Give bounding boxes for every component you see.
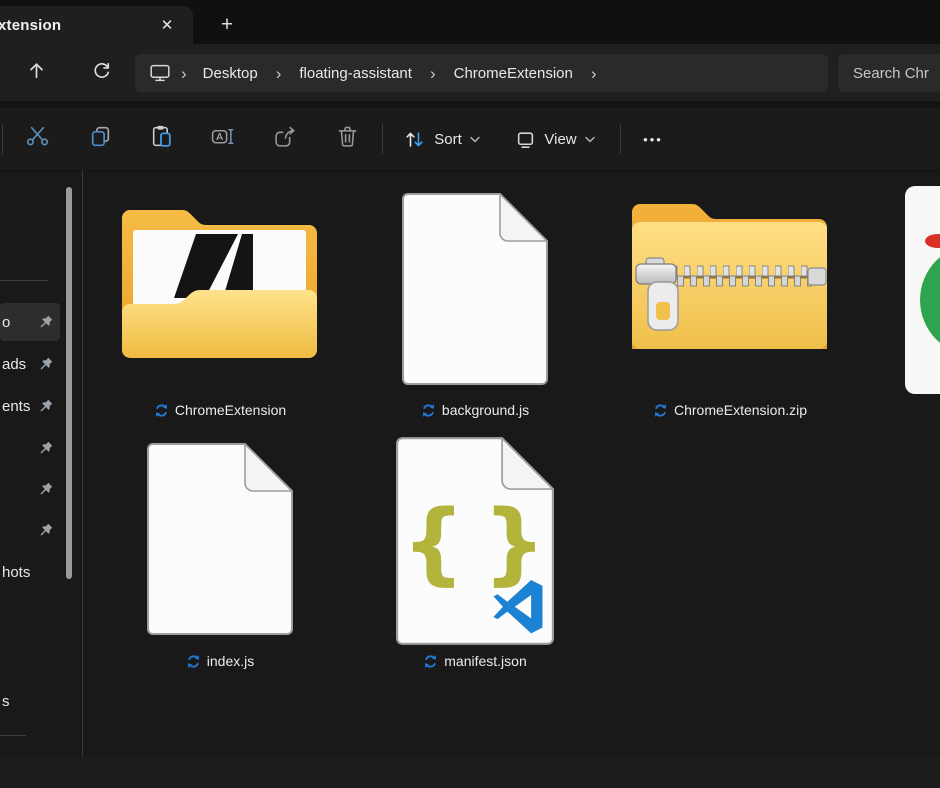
pin-icon bbox=[39, 441, 53, 460]
file-name: ChromeExtension bbox=[175, 402, 286, 418]
refresh-button[interactable] bbox=[82, 55, 120, 91]
sidebar-divider bbox=[0, 735, 26, 736]
tab-chromeextension[interactable]: xtension ✕ bbox=[0, 6, 193, 44]
copy-button[interactable] bbox=[77, 117, 123, 161]
folder-icon bbox=[122, 200, 317, 365]
pin-icon bbox=[39, 523, 53, 542]
sync-pending-icon bbox=[154, 403, 169, 418]
bottom-strip bbox=[0, 757, 940, 788]
file-tile-chromeextension-folder[interactable]: ChromeExtension bbox=[105, 180, 335, 426]
file-name: ChromeExtension.zip bbox=[674, 402, 807, 418]
breadcrumb-desktop[interactable]: Desktop bbox=[199, 65, 262, 82]
search-input[interactable]: Search Chr bbox=[838, 54, 940, 92]
paste-clipboard-icon bbox=[149, 124, 174, 154]
sidebar-divider bbox=[0, 280, 48, 281]
trash-icon bbox=[335, 124, 360, 154]
sidebar-item-pinned-5[interactable] bbox=[0, 470, 60, 508]
breadcrumb-separator-icon: › bbox=[171, 65, 199, 82]
sort-label: Sort bbox=[434, 131, 462, 148]
navigation-bar: › Desktop › floating-assistant › ChromeE… bbox=[0, 44, 940, 101]
pin-icon bbox=[39, 315, 53, 334]
svg-text:{ }: { } bbox=[402, 491, 546, 594]
file-tile-manifest-json[interactable]: { } manifest.json bbox=[360, 432, 590, 678]
file-tile-chromeextension-zip[interactable]: ChromeExtension.zip bbox=[615, 180, 845, 426]
breadcrumb-floating-assistant[interactable]: floating-assistant bbox=[295, 65, 416, 82]
sidebar-item-desktop[interactable]: o bbox=[0, 303, 60, 341]
sort-button[interactable]: Sort bbox=[396, 117, 488, 161]
svg-text:A: A bbox=[216, 132, 223, 143]
chevron-down-icon bbox=[470, 136, 480, 143]
sync-pending-icon bbox=[653, 403, 668, 418]
address-bar[interactable]: › Desktop › floating-assistant › ChromeE… bbox=[135, 54, 828, 92]
file-name: index.js bbox=[207, 653, 254, 669]
pane-divider[interactable] bbox=[82, 170, 83, 757]
file-tile-background-js[interactable]: background.js bbox=[360, 180, 590, 426]
share-icon bbox=[273, 124, 298, 154]
tab-title: xtension bbox=[0, 17, 61, 34]
file-name: background.js bbox=[442, 402, 529, 418]
sidebar-item-screenshots[interactable]: hots bbox=[0, 553, 60, 591]
document-icon bbox=[402, 193, 548, 390]
cut-scissors-icon bbox=[25, 124, 50, 154]
breadcrumb-separator-icon[interactable]: › bbox=[416, 65, 450, 82]
thumbnail-green-circle bbox=[920, 244, 940, 356]
json-document-icon: { } bbox=[396, 437, 554, 650]
thumbnail-red-shape bbox=[925, 234, 940, 248]
more-dots-icon: ••• bbox=[643, 132, 663, 147]
toolbar-separator bbox=[2, 124, 3, 154]
share-button[interactable] bbox=[262, 117, 308, 161]
document-icon bbox=[147, 443, 293, 640]
up-button[interactable] bbox=[17, 55, 55, 91]
pin-icon bbox=[39, 399, 53, 418]
tab-bar: xtension ✕ + bbox=[0, 0, 940, 44]
rename-icon: A bbox=[210, 124, 235, 154]
sidebar-item-pinned-6[interactable] bbox=[0, 511, 60, 549]
sidebar-item-pinned-4[interactable] bbox=[0, 429, 60, 467]
refresh-icon bbox=[92, 61, 111, 85]
more-options-button[interactable]: ••• bbox=[630, 117, 676, 161]
command-toolbar: A Sort View bbox=[0, 108, 940, 170]
this-pc-monitor-icon bbox=[149, 63, 171, 83]
up-arrow-icon bbox=[27, 61, 46, 85]
breadcrumb-chromeextension[interactable]: ChromeExtension bbox=[450, 65, 577, 82]
new-tab-button[interactable]: + bbox=[209, 10, 245, 40]
file-name: manifest.json bbox=[444, 653, 526, 669]
sort-arrows-icon bbox=[404, 129, 426, 150]
paste-button[interactable] bbox=[138, 117, 184, 161]
toolbar-separator bbox=[382, 124, 383, 154]
sidebar-item-downloads[interactable]: ads bbox=[0, 345, 60, 383]
view-label: View bbox=[544, 131, 576, 148]
view-button[interactable]: View bbox=[505, 117, 605, 161]
toolbar-separator bbox=[620, 124, 621, 154]
sync-pending-icon bbox=[423, 654, 438, 669]
cut-button[interactable] bbox=[14, 117, 60, 161]
sidebar-item-documents[interactable]: ents bbox=[0, 387, 60, 425]
breadcrumb-separator-icon[interactable]: › bbox=[262, 65, 296, 82]
sync-pending-icon bbox=[186, 654, 201, 669]
zip-folder-icon bbox=[632, 192, 827, 362]
toolbar-seam bbox=[0, 101, 940, 108]
sidebar-scrollbar[interactable] bbox=[66, 187, 72, 579]
tab-close-icon[interactable]: ✕ bbox=[155, 13, 179, 37]
copy-icon bbox=[88, 124, 113, 154]
rename-button[interactable]: A bbox=[199, 117, 245, 161]
sidebar-item-this-pc[interactable]: s bbox=[0, 682, 60, 720]
delete-button[interactable] bbox=[324, 117, 370, 161]
pin-icon bbox=[39, 482, 53, 501]
pin-icon bbox=[39, 357, 53, 376]
file-tile-index-js[interactable]: index.js bbox=[105, 432, 335, 678]
view-icon bbox=[515, 129, 536, 150]
image-thumbnail-icon bbox=[905, 186, 940, 394]
sync-pending-icon bbox=[421, 403, 436, 418]
breadcrumb-separator-icon[interactable]: › bbox=[577, 65, 611, 82]
file-tile-partial-image[interactable] bbox=[905, 186, 940, 396]
chevron-down-icon bbox=[585, 136, 595, 143]
